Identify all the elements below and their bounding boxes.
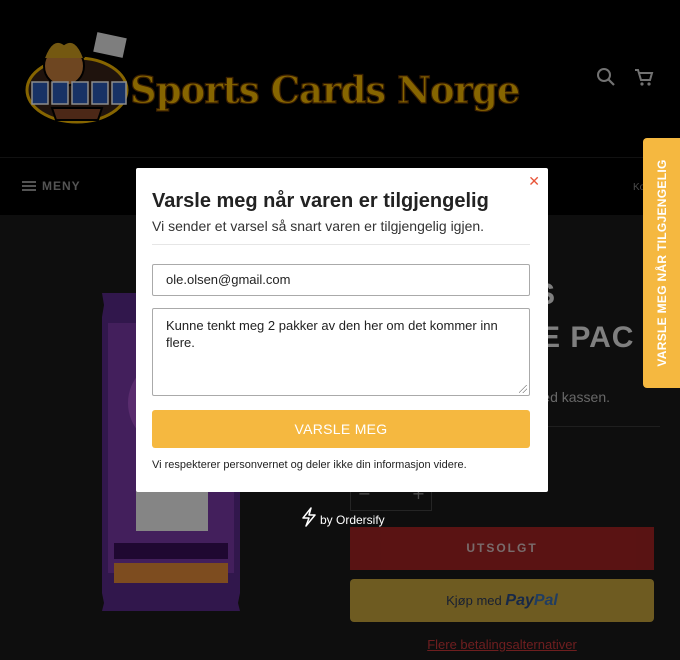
notify-modal: ✕ Varsle meg når varen er tilgjengelig V… xyxy=(136,168,548,492)
lightning-icon xyxy=(302,507,316,527)
notify-me-button[interactable]: VARSLE MEG xyxy=(152,410,530,448)
email-field[interactable]: ole.olsen@gmail.com xyxy=(152,264,530,296)
message-text: Kunne tenkt meg 2 pakker av den her om d… xyxy=(166,318,498,350)
modal-title: Varsle meg når varen er tilgjengelig xyxy=(152,190,489,212)
modal-divider xyxy=(152,244,530,245)
notify-side-tab[interactable]: VARSLE MEG NÅR TILGJENGELIG xyxy=(643,138,680,388)
modal-subtitle: Vi sender et varsel så snart varen er ti… xyxy=(152,218,485,234)
powered-by-text: by Ordersify xyxy=(320,513,385,527)
resize-handle-icon[interactable] xyxy=(519,385,527,393)
message-textarea[interactable]: Kunne tenkt meg 2 pakker av den her om d… xyxy=(152,308,530,396)
privacy-note: Vi respekterer personvernet og deler ikk… xyxy=(152,459,467,471)
powered-by[interactable]: by Ordersify xyxy=(300,507,385,527)
close-icon[interactable]: ✕ xyxy=(528,174,540,190)
side-tab-label: VARSLE MEG NÅR TILGJENGELIG xyxy=(654,159,669,367)
